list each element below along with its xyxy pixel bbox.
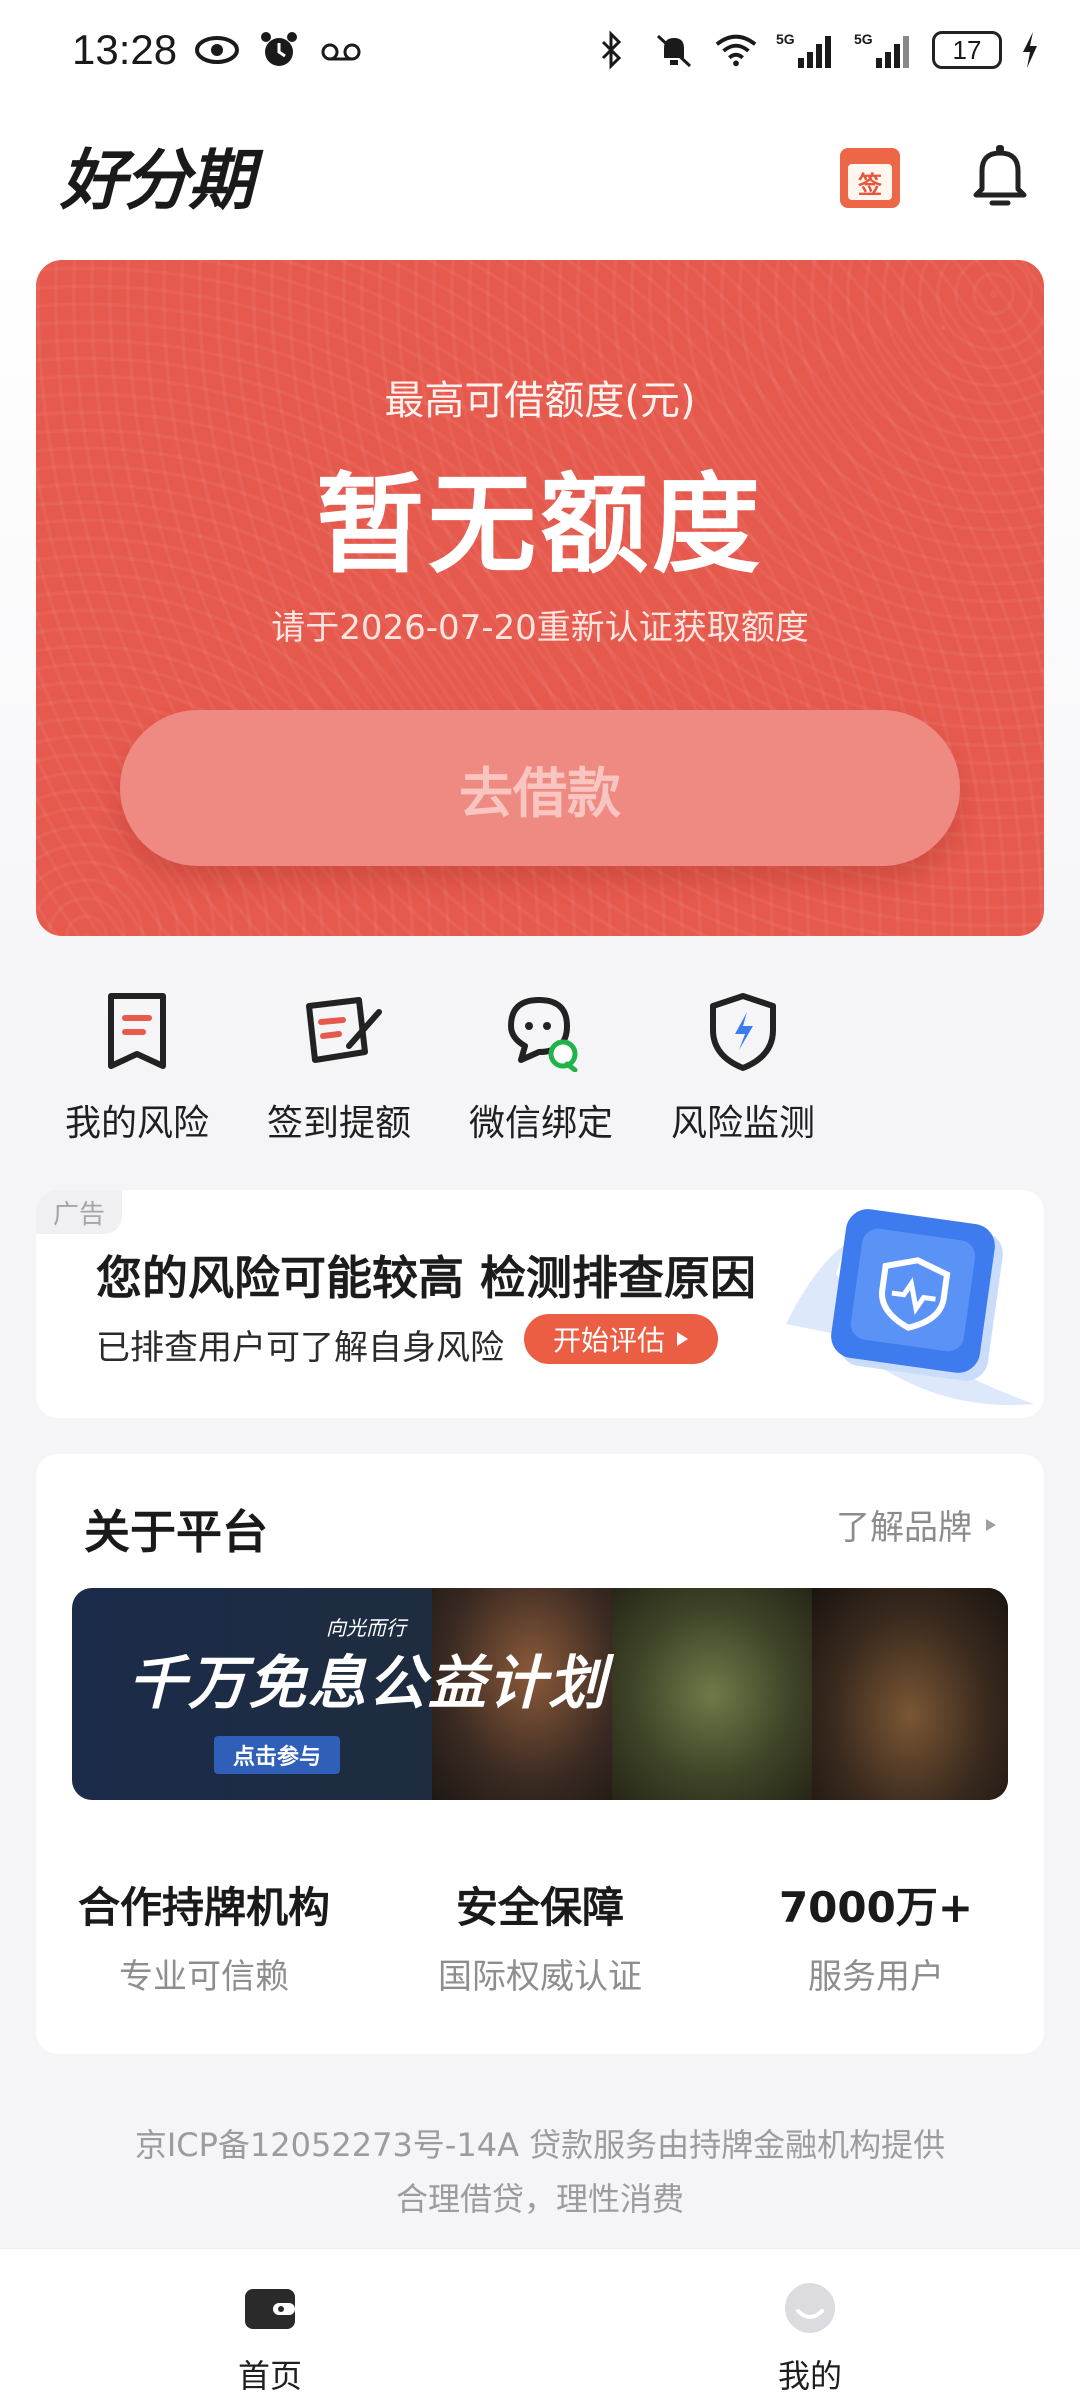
borrow-button[interactable]: 去借款	[120, 710, 960, 866]
promo-photo	[812, 1588, 1008, 1800]
quick-item-my-risk[interactable]: 我的风险	[36, 990, 238, 1160]
wifi-icon	[714, 28, 758, 72]
stat-item: 合作持牌机构 专业可信赖	[36, 1874, 372, 1997]
stats-row: 合作持牌机构 专业可信赖 安全保障 国际权威认证 7000万+ 服务用户	[36, 1874, 1044, 1997]
about-platform-card: 关于平台 了解品牌 千万免息公益计划 向光而行 点击参与 合作持牌机构 专业可信…	[36, 1454, 1044, 2054]
signal-icon: 5G	[776, 28, 836, 72]
sign-badge: 签	[848, 164, 892, 200]
credit-limit-card: 最高可借额度(元) 暂无额度 请于2026-07-20重新认证获取额度 去借款	[36, 260, 1044, 936]
nav-label: 我的	[777, 2357, 842, 2395]
shield-icon	[705, 990, 781, 1072]
status-time: 13:28	[72, 26, 178, 73]
start-assessment-button[interactable]: 开始评估	[524, 1314, 718, 1364]
credit-amount: 暂无额度	[315, 463, 764, 588]
svg-text:5G: 5G	[776, 31, 795, 47]
eye-icon	[195, 28, 240, 72]
risk-ad-banner[interactable]: 广告 您的风险可能较高 检测排查原因 已排查用户可了解自身风险 开始评估	[36, 1190, 1044, 1418]
bottom-nav: 首页 我的	[0, 2248, 1080, 2400]
quick-label: 风险监测	[670, 1103, 815, 1144]
stat-label: 专业可信赖	[119, 1957, 289, 1997]
learn-brand-link[interactable]: 了解品牌	[836, 1500, 998, 1549]
footer-license: 京ICP备12052273号-14A 贷款服务由持牌金融机构提供	[134, 2126, 946, 2164]
ad-title: 您的风险可能较高 检测排查原因	[96, 1251, 757, 1305]
header-actions: 签	[840, 142, 1030, 208]
stat-label: 国际权威认证	[438, 1957, 642, 1997]
mute-icon	[652, 28, 696, 72]
quick-item-risk-monitor[interactable]: 风险监测	[642, 990, 844, 1160]
sign-pen-icon	[301, 990, 382, 1072]
bell-icon[interactable]	[970, 143, 1030, 207]
quick-label: 微信绑定	[468, 1103, 613, 1144]
wallet-icon	[243, 2281, 297, 2335]
profile-face-icon	[783, 2281, 837, 2335]
play-triangle-icon	[677, 1332, 688, 1346]
quick-entry-row: 我的风险 签到提额 微信绑定 风险监测	[36, 990, 1044, 1160]
stat-item: 安全保障 国际权威认证	[372, 1874, 708, 1997]
stat-item: 7000万+ 服务用户	[708, 1874, 1044, 1997]
status-left: 13:28	[72, 26, 363, 74]
about-title: 关于平台	[84, 1505, 268, 1559]
nav-home[interactable]: 首页	[0, 2249, 540, 2400]
stat-value: 7000万+	[778, 1883, 974, 1932]
app-logo: 好分期	[60, 141, 254, 219]
stat-label: 服务用户	[808, 1957, 944, 1997]
promo-title: 千万免息公益计划	[128, 1649, 609, 1717]
ad-subtitle: 已排查用户可了解自身风险	[96, 1328, 504, 1368]
nav-mine[interactable]: 我的	[540, 2249, 1080, 2400]
signal-icon: 5G	[854, 28, 914, 72]
status-bar: 13:28 5G 5G 17	[0, 0, 1080, 100]
caret-right-icon	[986, 1518, 996, 1531]
quick-item-sign-in[interactable]: 签到提额	[238, 990, 440, 1160]
battery-icon: 17	[932, 31, 1002, 69]
quick-item-wechat[interactable]: 微信绑定	[440, 990, 642, 1160]
bluetooth-icon	[590, 28, 634, 72]
quick-label: 签到提额	[266, 1103, 411, 1144]
promo-cta-button[interactable]: 点击参与	[214, 1736, 340, 1774]
quick-label: 我的风险	[64, 1103, 209, 1144]
shield-monitor-icon	[776, 1204, 1044, 1414]
credit-label: 最高可借额度(元)	[384, 378, 696, 424]
charging-icon	[1020, 28, 1040, 72]
footer-slogan: 合理借贷，理性消费	[395, 2180, 684, 2218]
bookmark-risk-icon	[99, 990, 175, 1072]
promo-tagline: 向光而行	[326, 1616, 406, 1640]
promo-photo	[612, 1588, 812, 1800]
voicemail-icon	[319, 28, 363, 72]
ad-button-label: 开始评估	[552, 1324, 665, 1357]
credit-note: 请于2026-07-20重新认证获取额度	[271, 608, 809, 648]
wechat-icon	[503, 990, 579, 1073]
svg-text:5G: 5G	[854, 31, 873, 47]
battery-level: 17	[952, 34, 982, 65]
learn-brand-label: 了解品牌	[836, 1508, 972, 1548]
stat-value: 合作持牌机构	[77, 1883, 330, 1932]
sign-in-calendar-icon[interactable]: 签	[840, 142, 900, 208]
ad-tag: 广告	[36, 1190, 122, 1234]
nav-label: 首页	[237, 2357, 302, 2395]
status-right: 5G 5G 17	[590, 28, 1040, 72]
app-header: 好分期 签	[0, 100, 1080, 250]
alarm-icon	[257, 28, 301, 72]
stat-value: 安全保障	[455, 1883, 624, 1932]
promo-banner[interactable]: 千万免息公益计划 向光而行 点击参与	[72, 1588, 1008, 1800]
